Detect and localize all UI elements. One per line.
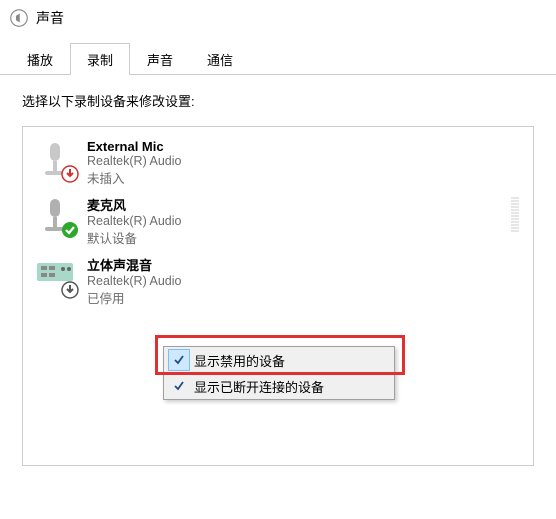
disabled-badge-icon xyxy=(61,281,79,299)
menu-show-disabled[interactable]: 显示禁用的设备 xyxy=(164,347,394,373)
level-meter xyxy=(511,195,521,232)
context-menu: 显示禁用的设备 显示已断开连接的设备 xyxy=(163,346,395,400)
device-microphone[interactable]: 麦克风 Realtek(R) Audio 默认设备 xyxy=(27,191,529,251)
content-pane: 选择以下录制设备来修改设置: External Mic Realtek( xyxy=(0,75,556,482)
unplugged-badge-icon xyxy=(61,165,79,183)
tab-communications[interactable]: 通信 xyxy=(190,43,250,75)
device-text: External Mic Realtek(R) Audio 未插入 xyxy=(87,139,182,187)
checkmark-icon xyxy=(168,349,190,371)
tab-strip: 播放 录制 声音 通信 xyxy=(0,42,556,75)
device-stereo-mix[interactable]: 立体声混音 Realtek(R) Audio 已停用 xyxy=(27,251,529,311)
soundcard-icon xyxy=(35,255,75,297)
sound-icon xyxy=(10,9,28,27)
device-text: 麦克风 Realtek(R) Audio 默认设备 xyxy=(87,195,182,247)
device-external-mic[interactable]: External Mic Realtek(R) Audio 未插入 xyxy=(27,135,529,191)
mic-icon xyxy=(35,139,75,181)
checkmark-icon xyxy=(168,375,190,397)
instruction-text: 选择以下录制设备来修改设置: xyxy=(22,91,534,110)
tab-playback[interactable]: 播放 xyxy=(10,43,70,75)
window-title: 声音 xyxy=(36,8,64,28)
mic-icon xyxy=(35,195,75,237)
titlebar: 声音 xyxy=(0,0,556,38)
tab-recording[interactable]: 录制 xyxy=(70,43,130,75)
device-list[interactable]: External Mic Realtek(R) Audio 未插入 xyxy=(22,126,534,466)
tab-sounds[interactable]: 声音 xyxy=(130,43,190,75)
device-text: 立体声混音 Realtek(R) Audio 已停用 xyxy=(87,255,182,307)
menu-show-disconnected[interactable]: 显示已断开连接的设备 xyxy=(164,373,394,399)
default-badge-icon xyxy=(61,221,79,239)
